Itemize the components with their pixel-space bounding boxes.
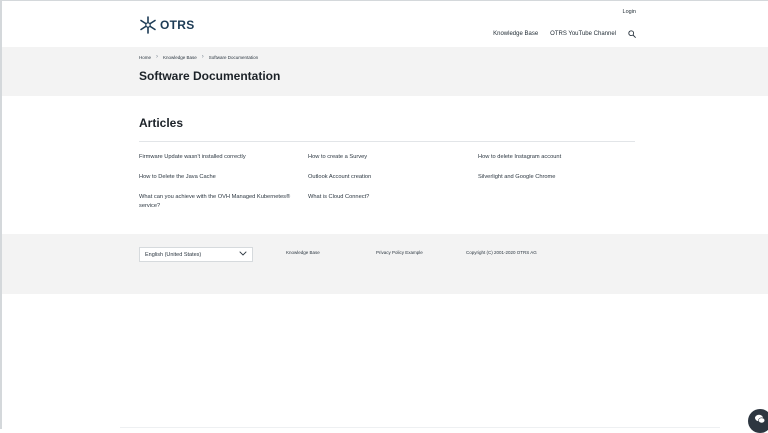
- logo-text: OTRS: [160, 18, 195, 32]
- nav-youtube-channel[interactable]: OTRS YouTube Channel: [550, 31, 616, 37]
- nav-knowledge-base[interactable]: Knowledge Base: [493, 31, 538, 37]
- site-footer: English (United States) Knowledge Base P…: [2, 234, 768, 294]
- article-link[interactable]: Firmware Update wasn't installed correct…: [139, 153, 299, 162]
- search-icon[interactable]: [628, 30, 636, 38]
- login-link[interactable]: Login: [623, 9, 636, 15]
- breadcrumb: Home › Knowledge Base › Software Documen…: [139, 54, 258, 60]
- breadcrumb-home[interactable]: Home: [139, 55, 151, 60]
- site-header: OTRS Login Knowledge Base OTRS YouTube C…: [2, 1, 768, 47]
- otrs-logo[interactable]: OTRS: [139, 16, 195, 34]
- copyright-text: Copyright (C) 2001-2020 OTRS AG: [466, 250, 537, 255]
- footer-link-privacy-policy[interactable]: Privacy Policy Example: [376, 250, 423, 255]
- article-link[interactable]: What can you achieve with the OVH Manage…: [139, 193, 299, 211]
- footer-link-knowledge-base[interactable]: Knowledge Base: [286, 250, 320, 255]
- language-select[interactable]: English (United States): [139, 247, 253, 262]
- breadcrumb-knowledge-base[interactable]: Knowledge Base: [163, 55, 197, 60]
- language-value: English (United States): [145, 251, 202, 258]
- article-link[interactable]: What is Cloud Connect?: [308, 193, 468, 202]
- article-link[interactable]: Silverlight and Google Chrome: [478, 173, 638, 182]
- divider: [139, 141, 635, 142]
- divider: [120, 427, 720, 428]
- otrs-star-logo-icon: [139, 16, 157, 34]
- chevron-right-icon: ›: [201, 54, 204, 60]
- article-link[interactable]: Outlook Account creation: [308, 173, 468, 182]
- article-link[interactable]: How to create a Survey: [308, 153, 468, 162]
- article-link[interactable]: How to delete Instagram account: [478, 153, 638, 162]
- chevron-right-icon: ›: [156, 54, 159, 60]
- page-hero: Home › Knowledge Base › Software Documen…: [2, 47, 768, 96]
- page-title: Software Documentation: [139, 69, 281, 83]
- article-link[interactable]: How to Delete the Java Cache: [139, 173, 299, 182]
- chat-button[interactable]: [748, 409, 768, 433]
- chat-icon: [754, 412, 766, 430]
- breadcrumb-current: Software Documentation: [208, 54, 259, 60]
- main-nav: Knowledge Base OTRS YouTube Channel: [493, 30, 636, 38]
- articles-heading: Articles: [139, 116, 184, 130]
- chevron-down-icon: [239, 251, 247, 258]
